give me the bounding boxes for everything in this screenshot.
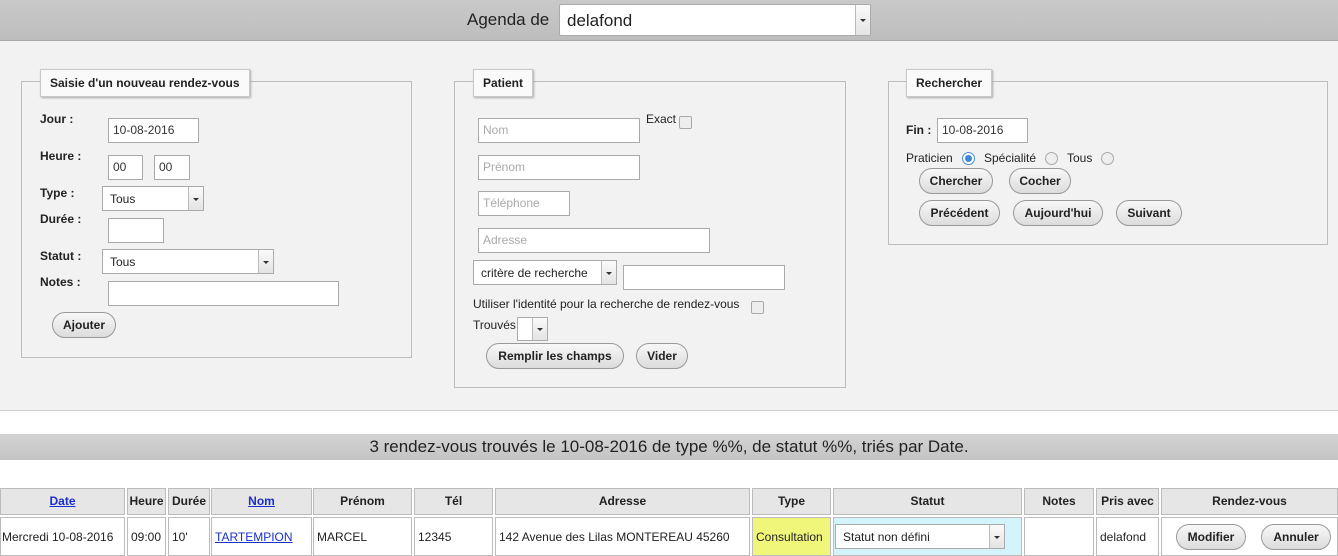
chevron-down-icon [989,525,1004,548]
column-header-heure: Heure [127,488,166,515]
column-header-notes: Notes [1024,488,1094,515]
column-header-adresse: Adresse [495,488,750,515]
jour-input[interactable]: 10-08-2016 [108,118,199,143]
cell-tel: 12345 [414,517,493,556]
results-summary: 3 rendez-vous trouvés le 10-08-2016 de t… [0,434,1338,460]
fin-input[interactable]: 10-08-2016 [937,118,1028,143]
check-button[interactable]: Cocher [1009,168,1071,194]
trouves-select[interactable] [517,317,548,341]
specialite-radio[interactable] [1045,152,1058,165]
column-header-date[interactable]: Date [0,488,125,515]
column-header-statut: Statut [833,488,1022,515]
agenda-label: Agenda de [467,10,550,29]
notes-label: Notes : [40,275,81,289]
today-button[interactable]: Aujourd'hui [1013,200,1103,226]
cell-prenom: MARCEL [313,517,412,556]
next-button[interactable]: Suivant [1116,200,1182,226]
chevron-down-icon [188,187,203,210]
column-header-nom[interactable]: Nom [211,488,312,515]
heure-label: Heure : [40,149,82,163]
cell-nom: TARTEMPION [211,517,312,556]
duree-label: Durée : [40,212,82,226]
adresse-input[interactable]: Adresse [478,228,710,253]
column-header-rendez-vous: Rendez-vous [1161,488,1338,515]
column-header-type: Type [752,488,831,515]
fill-fields-button[interactable]: Remplir les champs [486,343,624,369]
cell-duree: 10' [168,517,210,556]
critere-select[interactable]: critère de recherche [473,260,617,285]
tous-label: Tous [1067,151,1093,165]
type-select-value: Tous [110,192,136,206]
cell-pris-avec: delafond [1096,517,1159,556]
new-appointment-legend: Saisie d'un nouveau rendez-vous [40,69,250,97]
cell-adresse: 142 Avenue des Lilas MONTEREAU 45260 [495,517,750,556]
cell-heure: 09:00 [127,517,166,556]
identite-checkbox[interactable] [751,301,764,314]
statut-label: Statut : [40,249,82,263]
type-select[interactable]: Tous [102,186,204,211]
jour-label: Jour : [40,112,74,126]
patient-name-link[interactable]: TARTEMPION [215,530,293,544]
notes-input[interactable] [108,281,339,306]
clear-button[interactable]: Vider [636,343,688,369]
statut-select-value: Tous [110,255,136,269]
fin-label: Fin : [906,123,932,137]
duree-input[interactable] [108,218,164,243]
row-statut-select-value: Statut non défini [843,530,930,544]
search-legend: Rechercher [906,69,993,97]
search-button[interactable]: Chercher [919,168,993,194]
telephone-input[interactable]: Téléphone [478,191,570,216]
exact-label: Exact [646,112,677,126]
agenda-select[interactable]: delafond [559,4,871,36]
prenom-input[interactable]: Prénom [478,155,640,180]
trouves-label: Trouvés [473,318,516,332]
critere-input[interactable] [623,265,785,290]
exact-checkbox[interactable] [679,116,692,129]
critere-select-value: critère de recherche [481,266,588,280]
cell-type: Consultation [752,517,831,556]
praticien-label: Praticien [906,151,953,165]
cell-notes [1024,517,1094,556]
nom-input[interactable]: Nom [478,118,640,143]
heure-minute-input[interactable]: 00 [154,155,190,180]
specialite-label: Spécialité [984,151,1037,165]
sort-by-nom-link[interactable]: Nom [248,494,275,508]
column-header-tel: Tél [414,488,493,515]
chevron-down-icon [855,5,870,35]
heure-hour-input[interactable]: 00 [108,155,143,180]
identite-label: Utiliser l'identité pour la recherche de… [473,297,740,311]
column-header-duree: Durée [168,488,210,515]
chevron-down-icon [532,318,547,340]
agenda-select-value: delafond [567,11,633,30]
column-header-prenom: Prénom [313,488,412,515]
chevron-down-icon [601,261,616,284]
cell-date: Mercredi 10-08-2016 [0,517,125,556]
patient-legend: Patient [473,69,534,97]
type-label: Type : [40,186,75,200]
chevron-down-icon [258,250,273,273]
modify-button[interactable]: Modifier [1176,524,1246,550]
sort-by-date-link[interactable]: Date [49,494,75,508]
row-statut-select[interactable]: Statut non défini [835,524,1005,549]
column-header-pris-avec: Pris avec [1096,488,1159,515]
tous-radio[interactable] [1101,152,1114,165]
cancel-appointment-button[interactable]: Annuler [1261,524,1331,550]
previous-button[interactable]: Précédent [919,200,1000,226]
praticien-radio[interactable] [962,152,975,165]
add-appointment-button[interactable]: Ajouter [52,312,116,338]
statut-select[interactable]: Tous [102,249,274,274]
